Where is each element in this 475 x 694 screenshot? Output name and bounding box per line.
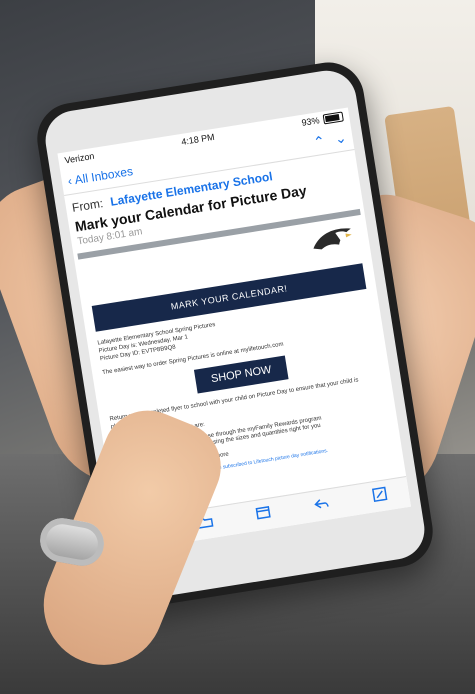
back-button[interactable]: ‹ All Inboxes [67, 164, 134, 188]
reply-icon[interactable] [311, 493, 332, 519]
nav-arrows: ⌃ ⌄ [312, 129, 348, 151]
battery-icon [322, 111, 344, 125]
back-label: All Inboxes [73, 164, 134, 188]
compose-icon[interactable] [369, 484, 390, 510]
chevron-up-icon[interactable]: ⌃ [312, 132, 326, 151]
eagle-logo-icon [308, 222, 357, 265]
battery-percent: 93% [300, 115, 321, 128]
carrier-label: Verizon [63, 150, 96, 166]
chevron-down-icon[interactable]: ⌄ [333, 129, 347, 148]
archive-icon[interactable] [253, 502, 274, 528]
chevron-left-icon: ‹ [66, 173, 73, 189]
